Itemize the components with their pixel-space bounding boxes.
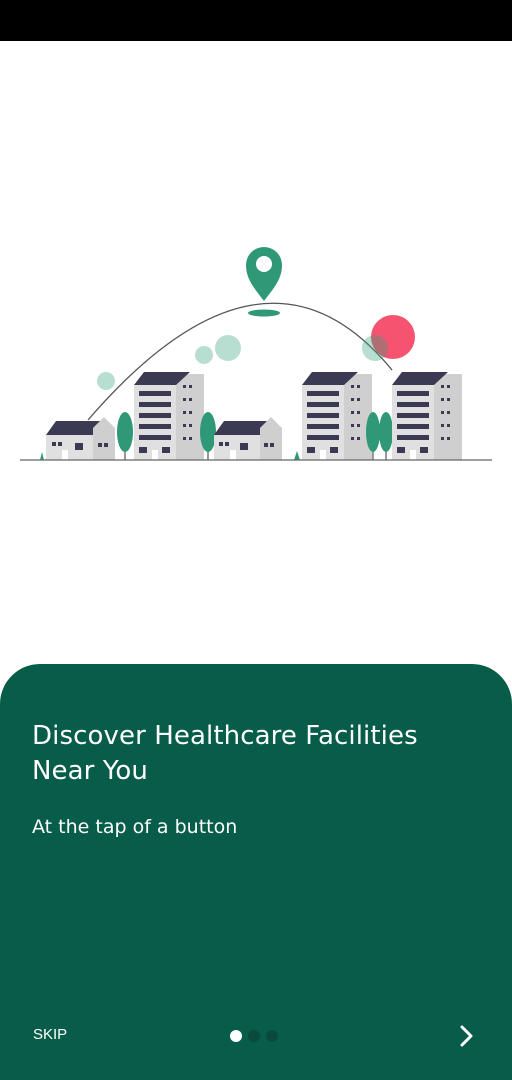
- status-bar: [0, 0, 512, 41]
- decor-circle: [215, 335, 241, 361]
- shrub: [294, 451, 300, 460]
- city-illustration: [20, 247, 492, 461]
- house-left: [46, 417, 115, 460]
- skip-button[interactable]: SKIP: [23, 1020, 77, 1050]
- decor-circle: [97, 372, 115, 390]
- page-dot-1[interactable]: [230, 1030, 242, 1042]
- onboarding-screen: Discover Healthcare Facilities Near You …: [0, 0, 512, 1080]
- decor-circle: [362, 335, 388, 361]
- apartment-building-1: [134, 372, 204, 460]
- chevron-right-icon: [460, 1025, 473, 1047]
- shrub: [40, 452, 44, 460]
- page-indicator: [230, 1030, 278, 1042]
- tree: [379, 412, 393, 460]
- page-dot-3[interactable]: [266, 1030, 278, 1042]
- onboarding-subtitle: At the tap of a button: [32, 816, 238, 838]
- next-button[interactable]: [450, 1019, 484, 1053]
- decor-circle: [195, 346, 213, 364]
- page-dot-2[interactable]: [248, 1030, 260, 1042]
- tree: [117, 412, 133, 460]
- location-pin-icon: [246, 247, 282, 317]
- apartment-building-2: [302, 372, 372, 460]
- apartment-building-3: [392, 372, 462, 460]
- house-middle: [214, 417, 282, 460]
- onboarding-title: Discover Healthcare Facilities Near You: [32, 721, 418, 786]
